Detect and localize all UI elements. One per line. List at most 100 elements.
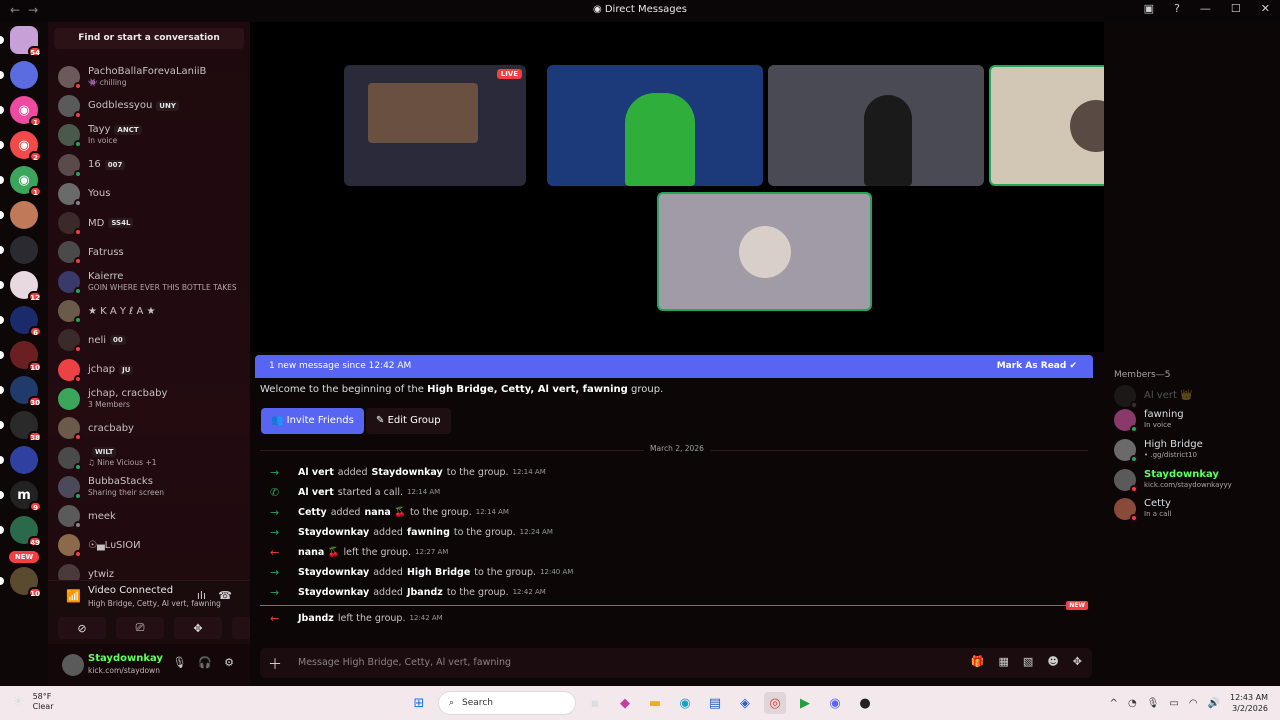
network-icon[interactable]: ◔ <box>1128 698 1137 709</box>
minimize-icon[interactable]: — <box>1200 2 1211 15</box>
soundboard-icon[interactable]: ılı <box>197 589 206 602</box>
message-target[interactable]: Jbandz <box>407 587 443 598</box>
server-icon[interactable]: 6 <box>0 306 42 337</box>
file-explorer-icon[interactable]: ▬ <box>644 692 666 714</box>
close-icon[interactable]: ✕ <box>1261 2 1270 15</box>
microphone-icon[interactable]: 🎙 <box>172 656 186 669</box>
chevron-up-icon[interactable]: ^ <box>1110 698 1118 709</box>
dm-item[interactable]: Godblessyou UNY <box>48 91 250 120</box>
server-icon[interactable] <box>0 61 38 89</box>
monitor-icon[interactable]: ▭ <box>1169 698 1178 709</box>
dm-item[interactable]: meek <box>48 501 250 530</box>
emoji-icon[interactable]: ☻ <box>1047 655 1058 668</box>
server-icon[interactable]: ◉ 2 <box>0 131 42 162</box>
server-icon[interactable]: 54 <box>0 26 42 57</box>
server-icon[interactable]: ◉ 1 <box>0 166 42 197</box>
discord-icon[interactable]: ◉ <box>824 692 846 714</box>
dm-item[interactable]: jchap, cracbaby 3 Members <box>48 384 250 413</box>
server-icon[interactable] <box>0 236 38 264</box>
server-icon[interactable]: 10 <box>0 567 42 598</box>
dm-item[interactable]: Fatruss <box>48 238 250 267</box>
server-icon[interactable]: ◉ 1 <box>0 96 42 127</box>
dm-item[interactable]: neli 00 <box>48 326 250 355</box>
apps-icon[interactable]: ✥ <box>1073 655 1082 668</box>
volume-icon[interactable]: 🔊 <box>1208 698 1220 709</box>
maximize-icon[interactable]: ☐ <box>1231 2 1241 15</box>
message-actor[interactable]: Staydownkay <box>298 587 369 598</box>
server-icon[interactable]: 38 <box>0 411 42 442</box>
message-actor[interactable]: nana 🍒 <box>298 547 339 558</box>
mark-as-read-button[interactable]: Mark As Read ✔ <box>997 355 1077 378</box>
dm-item[interactable]: Yous <box>48 179 250 208</box>
help-icon[interactable]: ? <box>1174 2 1180 15</box>
store-icon[interactable]: ▤ <box>704 692 726 714</box>
dm-item[interactable]: Tayy ANCT In voice <box>48 121 250 150</box>
message-actor[interactable]: Al vert <box>298 487 334 498</box>
message-composer[interactable]: ＋ Message High Bridge, Cetty, Al vert, f… <box>260 648 1092 678</box>
dm-item[interactable]: ☉▄LᴜSIOИ <box>48 531 250 560</box>
member-item[interactable]: fawning In voice <box>1114 408 1184 433</box>
dm-item[interactable]: Kaierre GOIN WHERE EVER THIS BOTTLE TAKES <box>48 267 250 296</box>
edit-group-button[interactable]: ✎ Edit Group <box>366 408 451 434</box>
weather-widget[interactable]: ☀ 58°F Clear <box>12 692 53 712</box>
server-icon[interactable]: m9 <box>0 481 42 512</box>
disconnect-icon[interactable]: ☎ <box>218 589 232 602</box>
search-conversation-button[interactable]: Find or start a conversation <box>54 28 244 49</box>
clock[interactable]: 12:43 AM 3/2/2026 <box>1230 692 1268 714</box>
taskbar-search[interactable]: ⌕ Search <box>438 691 576 715</box>
video-tile-stream[interactable]: LIVE <box>344 65 526 186</box>
server-icon[interactable] <box>0 201 38 229</box>
server-icon[interactable]: 12 <box>0 271 42 302</box>
message-actor[interactable]: Al vert <box>298 467 334 478</box>
message-actor[interactable]: Staydownkay <box>298 527 369 538</box>
start-icon[interactable]: ⊞ <box>408 692 430 714</box>
dm-item[interactable]: cracbaby <box>48 414 250 443</box>
message-actor[interactable]: Staydownkay <box>298 567 369 578</box>
headphones-icon[interactable]: 🎧 <box>198 656 212 669</box>
chrome-icon[interactable]: ◎ <box>764 692 786 714</box>
video-tile-camera-2[interactable] <box>768 65 984 186</box>
wifi-icon[interactable]: ◠ <box>1189 698 1198 709</box>
username[interactable]: Staydownkay <box>88 653 163 664</box>
member-item[interactable]: Al vert 👑 <box>1114 384 1193 409</box>
app-icon[interactable]: ◆ <box>614 692 636 714</box>
dm-item[interactable]: PachoBallaForevaLaniiB 👾 chilling <box>48 62 250 91</box>
avatar[interactable] <box>62 654 84 676</box>
dm-item[interactable]: BubbaStacks Sharing their screen <box>48 472 250 501</box>
microphone-icon[interactable]: 🎙 <box>1147 698 1160 709</box>
member-item[interactable]: High Bridge • .gg/district10 <box>1114 438 1203 463</box>
activities-button[interactable]: ✥ <box>174 617 222 639</box>
app-icon[interactable]: ▶ <box>794 692 816 714</box>
signal-icon[interactable]: 📶 <box>66 589 81 603</box>
dm-item[interactable]: jchap JU <box>48 355 250 384</box>
gif-icon[interactable]: ▦ <box>999 655 1009 668</box>
message-actor[interactable]: Cetty <box>298 507 327 518</box>
message-input[interactable]: Message High Bridge, Cetty, Al vert, faw… <box>298 657 511 668</box>
gift-icon[interactable]: 🎁 <box>971 655 985 668</box>
sticker-icon[interactable]: ▧ <box>1023 655 1033 668</box>
share-screen-button[interactable]: ⎚ <box>116 617 164 639</box>
message-actor[interactable]: Jbandz <box>298 613 334 624</box>
edge-icon[interactable]: ◉ <box>674 692 696 714</box>
attach-icon[interactable]: ＋ <box>268 654 282 674</box>
server-icon[interactable]: 49 <box>0 516 42 547</box>
dm-item[interactable]: ★ K A Y ℓ A ★ <box>48 296 250 325</box>
server-icon[interactable] <box>0 446 38 474</box>
invite-friends-button[interactable]: 👥 Invite Friends <box>261 408 364 434</box>
settings-icon[interactable]: ⚙ <box>224 656 234 669</box>
inbox-icon[interactable]: ▣ <box>1144 2 1154 15</box>
member-item[interactable]: Staydownkay kick.com/staydownkayyy <box>1114 468 1232 493</box>
github-icon[interactable]: ● <box>854 692 876 714</box>
task-view-icon[interactable]: ▪ <box>584 692 606 714</box>
member-item[interactable]: Cetty In a call <box>1114 497 1171 522</box>
dm-item[interactable]: MD SS4L <box>48 208 250 237</box>
dm-item[interactable]: WILT ♫ Nine Vicious +1 <box>48 443 250 472</box>
video-tile-camera-1[interactable] <box>547 65 763 186</box>
server-icon[interactable]: 10 <box>0 341 42 372</box>
video-tile-avatar-2[interactable] <box>657 192 872 311</box>
new-message-banner[interactable]: 1 new message since 12:42 AM Mark As Rea… <box>255 355 1093 378</box>
message-target[interactable]: fawning <box>407 527 450 538</box>
app-icon[interactable]: ◈ <box>734 692 756 714</box>
message-target[interactable]: Staydownkay <box>372 467 443 478</box>
camera-off-button[interactable]: ⊘ <box>58 617 106 639</box>
